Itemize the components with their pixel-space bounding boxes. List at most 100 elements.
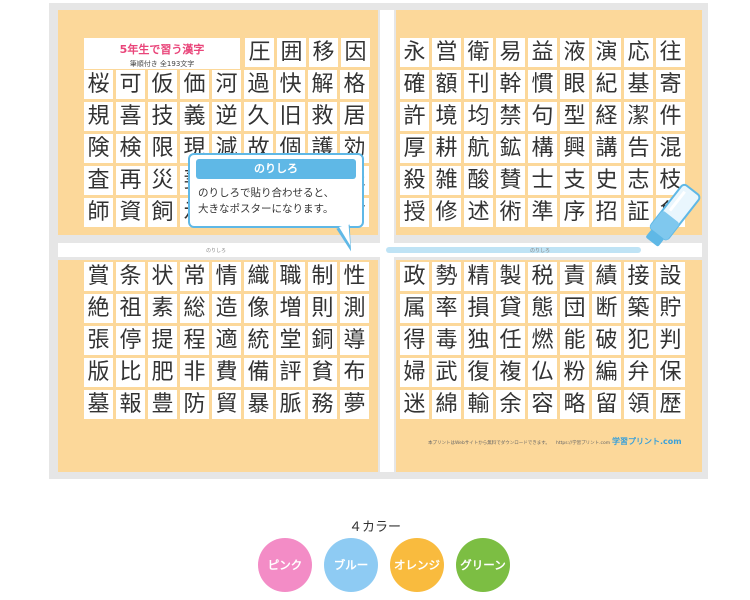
poster-title-box: 5年生で習う漢字 筆順付き 全193文字 xyxy=(84,38,240,69)
kanji-cell: 慣 xyxy=(528,70,557,99)
kanji-cell: 講 xyxy=(592,134,621,163)
kanji-cell: 複 xyxy=(496,358,525,387)
site-logo: 学習プリント.com xyxy=(612,437,682,446)
kanji-cell: 職 xyxy=(276,262,305,291)
kanji-cell: 賞 xyxy=(84,262,113,291)
callout-heading: のりしろ xyxy=(196,159,356,179)
kanji-cell: 義 xyxy=(180,102,209,131)
poster-subtitle: 筆順付き 全193文字 xyxy=(129,60,195,68)
kanji-cell: 防 xyxy=(180,390,209,419)
kanji-cell: 因 xyxy=(341,38,370,67)
kanji-cell: 責 xyxy=(560,262,589,291)
kanji-cell: 寄 xyxy=(656,70,685,99)
kanji-cell: 導 xyxy=(340,326,369,355)
kanji-cell: 武 xyxy=(432,358,461,387)
kanji-cell: 再 xyxy=(116,166,145,195)
kanji-cell: 修 xyxy=(432,198,461,227)
kanji-cell: 税 xyxy=(528,262,557,291)
kanji-cell: 貸 xyxy=(496,294,525,323)
kanji-cell: 準 xyxy=(528,198,557,227)
kanji-cell: 迷 xyxy=(400,390,429,419)
kanji-cell: 婦 xyxy=(400,358,429,387)
kanji-cell: 件 xyxy=(656,102,685,131)
kanji-cell: 液 xyxy=(560,38,589,67)
kanji-cell: 殺 xyxy=(400,166,429,195)
kanji-cell: 判 xyxy=(656,326,685,355)
kanji-cell: 往 xyxy=(656,38,685,67)
kanji-cell: 師 xyxy=(84,198,113,227)
kanji-cell: 属 xyxy=(400,294,429,323)
kanji-cell: 鉱 xyxy=(496,134,525,163)
callout-body: のりしろで貼り合わせると、 大きなポスターになります。 xyxy=(190,179,362,217)
kanji-cell: 句 xyxy=(528,102,557,131)
kanji-cell: 許 xyxy=(400,102,429,131)
kanji-cell: 招 xyxy=(592,198,621,227)
kanji-cell: 検 xyxy=(116,134,145,163)
callout-line-1: のりしろで貼り合わせると、 xyxy=(198,187,335,199)
glue-tooltip-callout: のりしろ のりしろで貼り合わせると、 大きなポスターになります。 xyxy=(188,153,364,228)
color-swatch-green[interactable]: グリーン xyxy=(456,538,510,592)
kanji-cell: 墓 xyxy=(84,390,113,419)
kanji-cell: 夢 xyxy=(340,390,369,419)
kanji-cell: 確 xyxy=(400,70,429,99)
kanji-cell: 費 xyxy=(212,358,241,387)
kanji-cell: 支 xyxy=(560,166,589,195)
kanji-cell: 刊 xyxy=(464,70,493,99)
kanji-cell: 眼 xyxy=(560,70,589,99)
kanji-cell: 久 xyxy=(244,102,273,131)
kanji-cell: 版 xyxy=(84,358,113,387)
glue-stick-icon xyxy=(646,183,701,247)
color-swatch-orange[interactable]: オレンジ xyxy=(390,538,444,592)
callout-line-2: 大きなポスターになります。 xyxy=(198,203,334,215)
kanji-cell: 製 xyxy=(496,262,525,291)
kanji-cell: 士 xyxy=(528,166,557,195)
kanji-cell: 祖 xyxy=(116,294,145,323)
kanji-cell: 績 xyxy=(592,262,621,291)
color-options-title: ４カラー xyxy=(348,520,401,535)
kanji-cell: 制 xyxy=(308,262,337,291)
kanji-cell: 精 xyxy=(464,262,493,291)
kanji-cell: 囲 xyxy=(277,38,306,67)
kanji-cell: 輸 xyxy=(464,390,493,419)
kanji-cell: 基 xyxy=(624,70,653,99)
kanji-cell: 額 xyxy=(432,70,461,99)
kanji-cell: 条 xyxy=(116,262,145,291)
kanji-cell: 築 xyxy=(624,294,653,323)
kanji-cell: 術 xyxy=(496,198,525,227)
kanji-cell: 測 xyxy=(340,294,369,323)
kanji-cell: 留 xyxy=(592,390,621,419)
kanji-cell: 永 xyxy=(400,38,429,67)
color-swatch-pink[interactable]: ピンク xyxy=(258,538,312,592)
kanji-cell: 易 xyxy=(496,38,525,67)
kanji-cell: 絶 xyxy=(84,294,113,323)
footer-url: https://学習プリント.com xyxy=(556,441,611,446)
color-swatch-blue[interactable]: ブルー xyxy=(324,538,378,592)
kanji-cell: 応 xyxy=(624,38,653,67)
kanji-cell: 混 xyxy=(656,134,685,163)
kanji-cell: 状 xyxy=(148,262,177,291)
kanji-cell: 快 xyxy=(276,70,305,99)
kanji-cell: 豊 xyxy=(148,390,177,419)
kanji-cell: 移 xyxy=(309,38,338,67)
kanji-cell: 燃 xyxy=(528,326,557,355)
kanji-cell: 則 xyxy=(308,294,337,323)
kanji-cell: 喜 xyxy=(116,102,145,131)
swatch-label: ブルー xyxy=(333,558,369,572)
swatch-label: オレンジ xyxy=(394,558,440,572)
kanji-cell: 告 xyxy=(624,134,653,163)
kanji-cell: 衛 xyxy=(464,38,493,67)
kanji-cell: 査 xyxy=(84,166,113,195)
kanji-cell: 備 xyxy=(244,358,273,387)
kanji-cell: 総 xyxy=(180,294,209,323)
kanji-grid-bottom-left: 賞条状常情織職制性絶祖素総造像増則測張停提程適統堂銅導版比肥非費備評貧布墓報豊防… xyxy=(84,262,369,419)
kanji-cell: 歴 xyxy=(656,390,685,419)
kanji-cell: 率 xyxy=(432,294,461,323)
kanji-cell: 適 xyxy=(212,326,241,355)
kanji-cell: 禁 xyxy=(496,102,525,131)
kanji-cell: 増 xyxy=(276,294,305,323)
kanji-cell: 暴 xyxy=(244,390,273,419)
kanji-cell: 耕 xyxy=(432,134,461,163)
kanji-cell: 営 xyxy=(432,38,461,67)
kanji-cell: 限 xyxy=(148,134,177,163)
kanji-cell: 幹 xyxy=(496,70,525,99)
